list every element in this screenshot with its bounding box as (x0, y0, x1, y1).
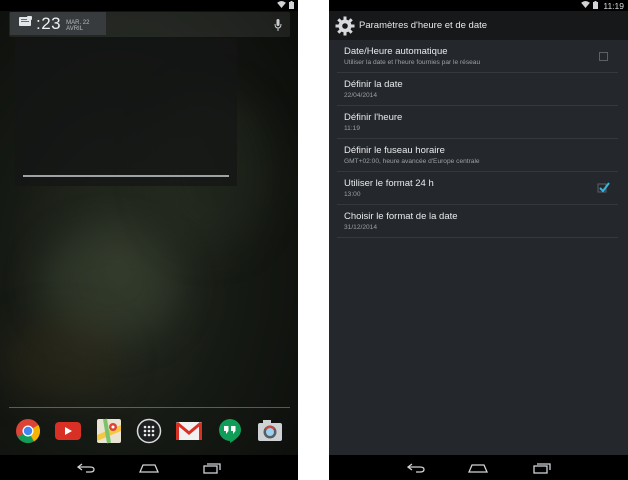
widget-panel[interactable] (15, 38, 237, 186)
home-button[interactable] (466, 460, 490, 476)
pref-summary: 22/04/2014 (344, 92, 378, 99)
dock (14, 414, 284, 448)
gmail-icon[interactable] (175, 417, 203, 445)
pref-summary: 11:19 (344, 125, 361, 132)
pref-title: Définir le fuseau horaire (344, 145, 445, 156)
battery-icon (593, 0, 599, 11)
youtube-icon[interactable] (54, 417, 82, 445)
dock-divider (9, 407, 290, 408)
pref-automatic-datetime[interactable]: Date/Heure automatique Utiliser la date … (337, 40, 618, 73)
automatic-datetime-checkbox[interactable] (599, 52, 608, 61)
checkmark-icon[interactable] (597, 181, 610, 194)
pref-title: Définir l'heure (344, 112, 403, 123)
pref-time-zone[interactable]: Définir le fuseau horaire GMT+02:00, heu… (337, 139, 618, 172)
home-button[interactable] (137, 460, 161, 476)
battery-icon (289, 0, 294, 11)
camera-icon[interactable] (256, 417, 284, 445)
pref-title: Date/Heure automatique (344, 46, 448, 57)
widget-progress-line (23, 175, 229, 177)
mic-icon[interactable] (274, 18, 282, 36)
action-bar: Paramètres d'heure et de date (329, 11, 628, 40)
app-drawer-icon[interactable] (135, 417, 163, 445)
pref-date-format[interactable]: Choisir le format de la date 31/12/2014 (337, 205, 618, 238)
back-button[interactable] (404, 460, 428, 476)
chrome-icon[interactable] (14, 417, 42, 445)
wallpaper-blur (0, 320, 120, 400)
navigation-bar (329, 455, 628, 480)
pref-title: Choisir le format de la date (344, 211, 458, 222)
recents-button[interactable] (530, 460, 554, 476)
status-time: 11:19 (603, 0, 624, 11)
pref-title: Utiliser le format 24 h (344, 178, 434, 189)
pref-summary: 31/12/2014 (344, 224, 378, 231)
pref-24-hour-format[interactable]: Utiliser le format 24 h 13:00 (337, 172, 618, 205)
clock-date: MAR. 22 AVRIL (66, 20, 90, 32)
status-bar (0, 0, 298, 11)
pref-set-time[interactable]: Définir l'heure 11:19 (337, 106, 618, 139)
clock-widget[interactable]: :23 MAR. 22 AVRIL (10, 12, 106, 35)
pref-set-date[interactable]: Définir la date 22/04/2014 (337, 73, 618, 106)
pref-title: Définir la date (344, 79, 403, 90)
settings-gear-icon[interactable] (335, 16, 355, 36)
navigation-bar (0, 455, 298, 480)
pref-summary: Utiliser la date et l'heure fournies par… (344, 59, 481, 66)
hangouts-icon[interactable] (216, 417, 244, 445)
recents-button[interactable] (200, 460, 224, 476)
maps-icon[interactable] (95, 417, 123, 445)
page-title: Paramètres d'heure et de date (359, 20, 488, 31)
date-time-settings-screen: 11:19 Paramètres d'heure et de date Date… (329, 0, 628, 480)
status-bar: 11:19 (329, 0, 628, 11)
back-button[interactable] (74, 460, 98, 476)
home-screen: :23 MAR. 22 AVRIL (0, 0, 298, 480)
pref-summary: 13:00 (344, 191, 361, 198)
preference-list: Date/Heure automatique Utiliser la date … (337, 40, 618, 238)
wifi-icon (277, 1, 286, 10)
clock-time: :23 (36, 13, 62, 33)
wifi-icon (581, 1, 591, 10)
notification-icon (19, 15, 32, 33)
pref-summary: GMT+02:00, heure avancée d'Europe centra… (344, 158, 480, 165)
